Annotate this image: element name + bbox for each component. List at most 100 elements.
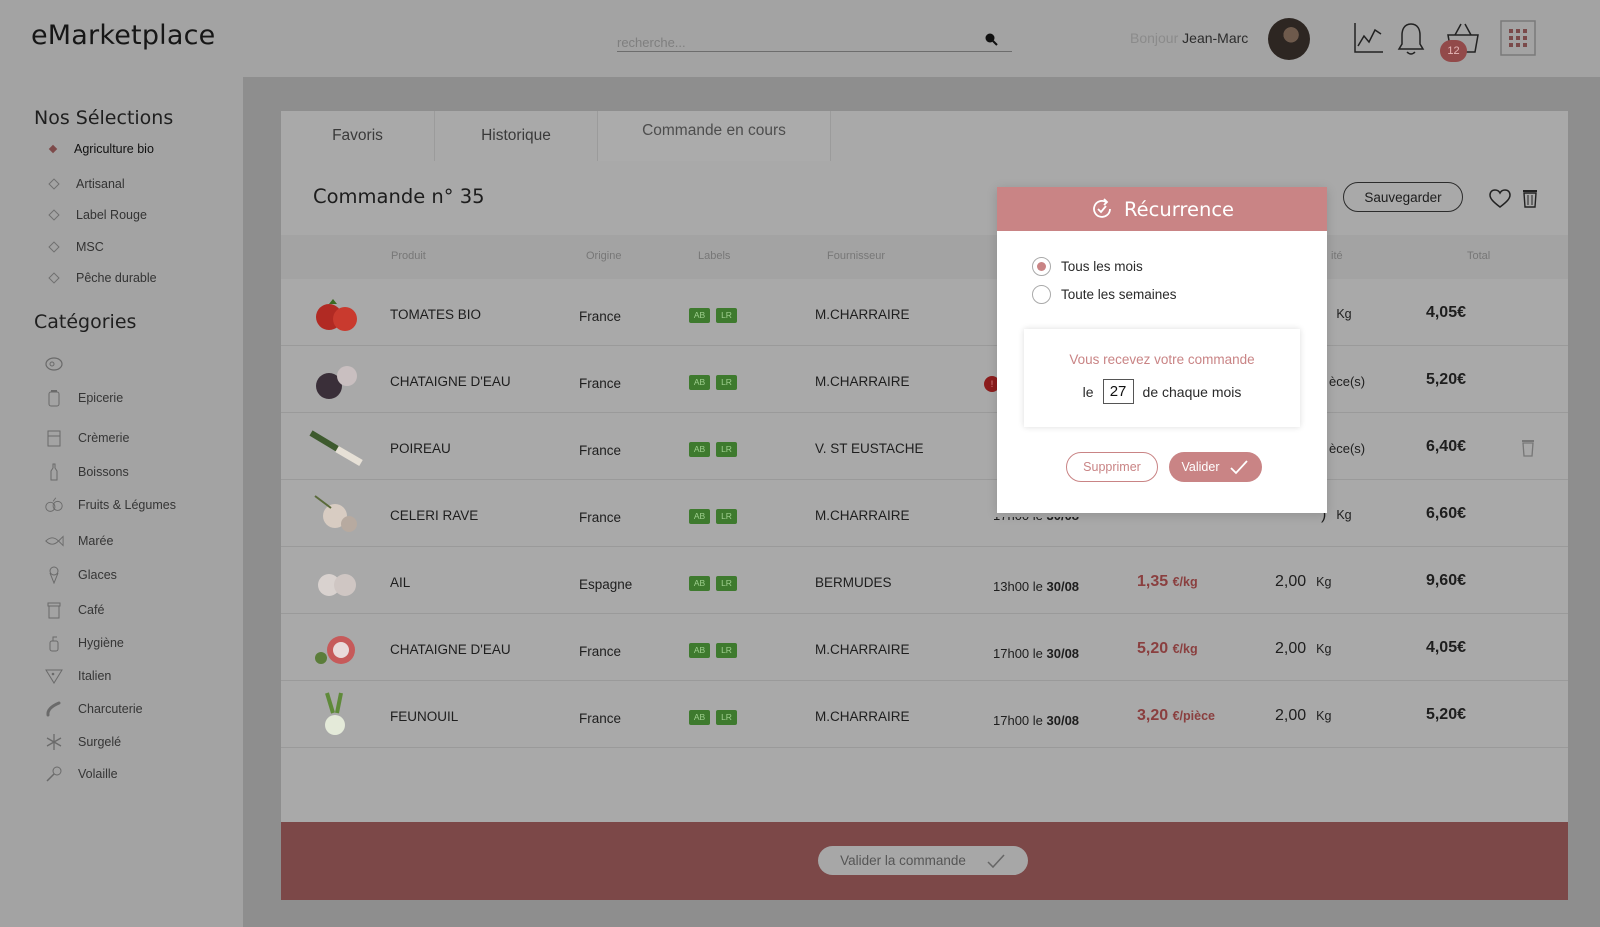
delivery-date: 30/08	[1046, 579, 1080, 594]
app-logo[interactable]: eMarketplace	[31, 20, 215, 51]
delete-button[interactable]: Supprimer	[1066, 452, 1158, 482]
bell-icon[interactable]	[1396, 21, 1426, 57]
celeriac-image	[314, 495, 357, 532]
labels: AB LR	[689, 308, 737, 323]
heart-icon[interactable]	[1489, 189, 1511, 209]
label-ab-badge: AB	[689, 509, 710, 524]
row-delete-icon[interactable]	[1521, 439, 1535, 457]
radio-weekly[interactable]	[1032, 285, 1051, 304]
day-prefix: le	[1082, 383, 1094, 400]
quantity-value: 2,00	[1275, 707, 1307, 724]
category-item-boissons[interactable]: Boissons	[44, 463, 129, 481]
table-row[interactable]: FEUNOUIL France AB LR M.CHARRAIRE 17h00 …	[281, 681, 1568, 748]
origin: France	[579, 644, 622, 659]
tab-favoris[interactable]: Favoris	[281, 111, 435, 161]
option-weekly[interactable]: Toute les semaines	[1032, 285, 1177, 304]
radio-monthly[interactable]	[1032, 257, 1051, 276]
stats-chart-icon[interactable]	[1352, 21, 1384, 55]
unit-price: 3,20 €/pièce	[1137, 707, 1215, 725]
row-total: 6,40€	[1425, 438, 1466, 455]
row-total: 4,05€	[1425, 639, 1466, 656]
header-origine: Origine	[586, 250, 622, 262]
unit-price-unit: €/pièce	[1172, 709, 1215, 723]
label-ab-badge: AB	[689, 375, 710, 390]
header-quantite: ité	[1331, 250, 1343, 262]
selection-item-agriculture-bio[interactable]: Agriculture bio	[48, 142, 154, 156]
category-item-surgele[interactable]: Surgelé	[44, 733, 121, 751]
table-row[interactable]: CELERI RAVE France AB LR M.CHARRAIRE 17h…	[281, 480, 1568, 547]
selections-title: Nos Sélections	[34, 107, 174, 129]
table-header: Produit Origine Labels Fournisseur ité T…	[281, 235, 1568, 279]
product-name: CHATAIGNE D'EAU	[390, 642, 511, 657]
category-item-meat[interactable]	[44, 355, 78, 373]
categories-title: Catégories	[34, 311, 137, 333]
unit-price-unit: €/kg	[1172, 642, 1198, 656]
leek-image	[309, 430, 363, 467]
selection-item-peche-durable[interactable]: Pêche durable	[48, 271, 157, 285]
product-name: CELERI RAVE	[390, 508, 479, 523]
search-input[interactable]	[617, 27, 977, 49]
validate-button[interactable]: Valider	[1169, 452, 1262, 482]
validate-order-button[interactable]: Valider la commande	[818, 846, 1028, 875]
row-total: 5,20€	[1425, 371, 1466, 388]
save-button[interactable]: Sauvegarder	[1343, 182, 1463, 212]
header-produit: Produit	[391, 250, 426, 262]
origin: France	[579, 510, 622, 525]
receive-message: Vous recevez votre commande	[1069, 352, 1255, 367]
delivery-slot: 17h00 le 30/08	[993, 713, 1079, 728]
onion-image	[315, 636, 355, 664]
category-item-maree[interactable]: Marée	[44, 532, 113, 550]
header-fournisseur: Fournisseur	[827, 250, 886, 262]
table-row[interactable]: CHATAIGNE D'EAU France AB LR M.CHARRAIRE…	[281, 614, 1568, 681]
diamond-bullet-icon	[48, 272, 60, 284]
day-suffix: de chaque mois	[1142, 383, 1242, 400]
selection-item-artisanal[interactable]: Artisanal	[48, 177, 125, 191]
label-lr-badge: LR	[716, 308, 737, 323]
avatar[interactable]	[1268, 18, 1310, 60]
supplier: M.CHARRAIRE	[815, 508, 910, 523]
category-item-italien[interactable]: Italien	[44, 667, 111, 685]
product-name: TOMATES BIO	[390, 307, 482, 322]
header-total: Total	[1467, 250, 1491, 262]
labels: AB LR	[689, 576, 737, 591]
labels: AB LR	[689, 643, 737, 658]
quantity-unit: Kg	[1336, 307, 1352, 321]
category-item-cremerie[interactable]: Crèmerie	[44, 429, 129, 447]
category-label: Epicerie	[78, 391, 124, 405]
selection-item-label-rouge[interactable]: Label Rouge	[48, 208, 147, 222]
row-total: 5,20€	[1425, 706, 1466, 723]
category-item-volaille[interactable]: Volaille	[44, 765, 118, 783]
tab-historique[interactable]: Historique	[435, 111, 598, 161]
table-row[interactable]: TOMATES BIO France AB LR M.CHARRAIRE )Kg…	[281, 279, 1568, 346]
selection-label: Agriculture bio	[74, 142, 154, 156]
category-item-charcuterie[interactable]: Charcuterie	[44, 700, 143, 718]
selection-item-msc[interactable]: MSC	[48, 240, 104, 254]
category-item-cafe[interactable]: Café	[44, 601, 104, 619]
product-name: POIREAU	[390, 441, 451, 456]
trash-icon[interactable]	[1522, 188, 1538, 208]
selection-label: Label Rouge	[76, 208, 147, 222]
category-item-epicerie[interactable]: Epicerie	[44, 389, 123, 407]
delivery-date: 30/08	[1046, 713, 1080, 728]
sausage-icon	[44, 700, 64, 718]
table-row[interactable]: CHATAIGNE D'EAU France AB LR M.CHARRAIRE…	[281, 346, 1568, 413]
check-icon	[987, 853, 1005, 868]
category-item-fruits-legumes[interactable]: Fruits & Légumes	[44, 496, 176, 514]
tab-commande-en-cours[interactable]: Commande en cours	[598, 111, 831, 161]
category-item-hygiene[interactable]: Hygiène	[44, 634, 124, 652]
origin: France	[579, 376, 622, 391]
table-row[interactable]: AIL Espagne AB LR BERMUDES 13h00 le 30/0…	[281, 547, 1568, 614]
product-name: CHATAIGNE D'EAU	[390, 374, 511, 389]
apps-grid-icon[interactable]	[1500, 20, 1536, 56]
vegetables-icon	[44, 496, 64, 514]
day-of-month-input[interactable]	[1102, 379, 1134, 404]
option-monthly[interactable]: Tous les mois	[1032, 257, 1143, 276]
table-row[interactable]: POIREAU France AB LR V. ST EUSTACHE èce(…	[281, 413, 1568, 480]
soap-icon	[44, 634, 64, 652]
jar-icon	[44, 389, 64, 407]
search-icon[interactable]	[984, 32, 998, 46]
user-greeting: Bonjour Jean-Marc	[1130, 30, 1248, 46]
category-item-glaces[interactable]: Glaces	[44, 566, 117, 584]
diamond-bullet-icon	[48, 209, 60, 221]
water-chestnut-image	[316, 366, 357, 399]
